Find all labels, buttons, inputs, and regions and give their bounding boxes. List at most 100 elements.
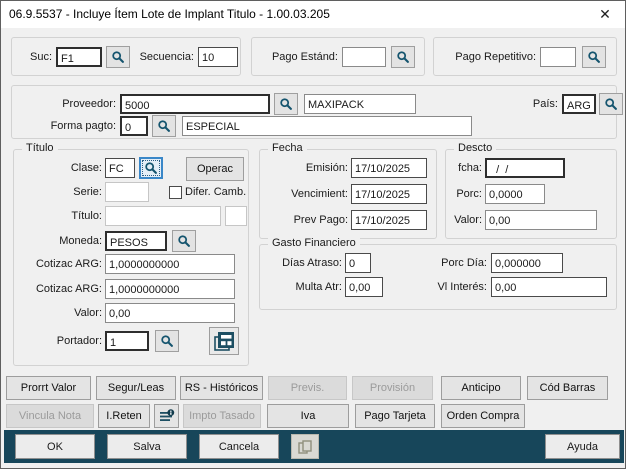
portador-input[interactable]: 1 — [105, 331, 149, 351]
search-icon — [280, 98, 292, 110]
provision-button: Provisión — [352, 376, 433, 400]
forma-pagto-input[interactable]: 0 — [120, 116, 148, 136]
group-pago-estand: Pago Estánd: — [251, 37, 425, 76]
forma-pagto-label: Forma pagto: — [50, 120, 116, 132]
titulo-valor-label: Valor: — [74, 307, 102, 319]
pais-input[interactable]: ARG — [562, 94, 596, 114]
descto-valor-label: Valor: — [454, 214, 482, 226]
porc-dia-input[interactable]: 0,000000 — [491, 253, 563, 273]
prev-pago-label: Prev Pago: — [293, 214, 348, 226]
prev-pago-input[interactable]: 17/10/2025 — [351, 210, 427, 230]
difer-camb-label: Difer. Camb. — [185, 186, 247, 198]
descto-valor-input[interactable]: 0,00 — [485, 210, 597, 230]
titulo-field-label: Título: — [71, 210, 102, 222]
title-bar: 06.9.5537 - Incluye Ítem Lote de Implant… — [1, 1, 625, 28]
pais-search-button[interactable] — [599, 93, 623, 115]
impto-tasado-button: Impto Tasado — [183, 404, 261, 428]
ayuda-button[interactable]: Ayuda — [545, 434, 620, 459]
pago-estand-label: Pago Estánd: — [271, 51, 338, 63]
orden-compra-button[interactable]: Orden Compra — [441, 404, 525, 428]
anticipo-button[interactable]: Anticipo — [441, 376, 521, 400]
group-titulo: Título Clase: FC Operac Serie: Difer. Ca… — [13, 142, 249, 366]
difer-camb-checkbox[interactable] — [169, 185, 182, 199]
moneda-input[interactable]: PESOS — [105, 231, 167, 251]
cancela-button[interactable]: Cancela — [199, 434, 279, 459]
search-icon — [588, 51, 600, 63]
descto-fcha-label: fcha: — [458, 162, 482, 174]
prorrt-valor-button[interactable]: Prorrt Valor — [6, 376, 91, 400]
multa-atr-input[interactable]: 0,00 — [345, 277, 383, 297]
salva-button[interactable]: Salva — [107, 434, 187, 459]
pago-estand-search-button[interactable] — [391, 46, 415, 68]
save-window-button[interactable] — [209, 327, 239, 355]
reten-list-button[interactable] — [154, 404, 179, 428]
close-icon[interactable]: ✕ — [593, 4, 617, 25]
group-descto: Descto fcha: / / Porc: 0,0000 Valor: 0,0… — [445, 142, 617, 239]
forma-pagto-desc-field: ESPECIAL — [182, 116, 472, 136]
pago-repetitivo-search-button[interactable] — [582, 46, 606, 68]
suc-input[interactable]: F1 — [56, 47, 102, 67]
descto-fcha-input[interactable]: / / — [485, 158, 565, 178]
vencimient-label: Vencimient: — [291, 188, 348, 200]
fecha-legend: Fecha — [268, 142, 307, 154]
search-icon — [178, 235, 190, 247]
vincula-nota-button: Vincula Nota — [6, 404, 94, 428]
footer-bar: OK Salva Cancela Ayuda — [4, 430, 624, 463]
serie-label: Serie: — [73, 186, 102, 198]
search-icon — [605, 98, 617, 110]
i-reten-button[interactable]: I.Reten — [98, 404, 150, 428]
pago-estand-input[interactable] — [342, 47, 386, 67]
operac-button[interactable]: Operac — [186, 157, 244, 181]
search-icon — [397, 51, 409, 63]
group-gasto-financiero: Gasto Financiero Días Atraso: 0 Porc Día… — [259, 237, 617, 310]
cotizac2-input[interactable]: 1,0000000000 — [105, 279, 235, 299]
portador-search-button[interactable] — [155, 330, 179, 352]
search-icon — [158, 120, 170, 132]
rs-historicos-button[interactable]: RS - Históricos — [180, 376, 263, 400]
pago-repetitivo-label: Pago Repetitivo: — [455, 51, 536, 63]
titulo-legend: Título — [22, 142, 58, 154]
dias-atraso-input[interactable]: 0 — [345, 253, 371, 273]
moneda-label: Moneda: — [59, 235, 102, 247]
segur-leas-button[interactable]: Segur/Leas — [96, 376, 176, 400]
descto-porc-label: Porc: — [456, 188, 482, 200]
dialog-window: 06.9.5537 - Incluye Ítem Lote de Implant… — [0, 0, 626, 469]
emision-input[interactable]: 17/10/2025 — [351, 158, 427, 178]
dias-atraso-label: Días Atraso: — [282, 257, 342, 269]
copy-button — [291, 434, 319, 459]
vl-interes-input[interactable]: 0,00 — [491, 277, 607, 297]
reten-info-icon — [159, 409, 174, 421]
search-icon — [161, 335, 173, 347]
clase-search-button[interactable] — [139, 157, 163, 179]
porc-dia-label: Porc Día: — [441, 257, 487, 269]
secuencia-label: Secuencia: — [139, 51, 194, 63]
proveedor-name-field: MAXIPACK — [304, 94, 416, 114]
proveedor-code-input[interactable]: 5000 — [120, 94, 270, 114]
previs-button: Previs. — [268, 376, 347, 400]
pago-tarjeta-button[interactable]: Pago Tarjeta — [355, 404, 435, 428]
titulo-extra-input — [225, 206, 247, 226]
iva-button[interactable]: Iva — [267, 404, 349, 428]
moneda-search-button[interactable] — [172, 230, 196, 252]
copy-icon — [298, 439, 312, 454]
gasto-legend: Gasto Financiero — [268, 237, 360, 249]
pago-repetitivo-input[interactable] — [540, 47, 576, 67]
descto-porc-input[interactable]: 0,0000 — [485, 184, 545, 204]
cotizac1-input[interactable]: 1,0000000000 — [105, 254, 235, 274]
portador-label: Portador: — [56, 335, 102, 347]
forma-pagto-search-button[interactable] — [152, 115, 176, 137]
proveedor-search-button[interactable] — [274, 93, 298, 115]
suc-label: Suc: — [29, 51, 52, 63]
vencimient-input[interactable]: 17/10/2025 — [351, 184, 427, 204]
cod-barras-button[interactable]: Cód Barras — [527, 376, 608, 400]
titulo-valor-input[interactable]: 0,00 — [105, 303, 235, 323]
pais-label: País: — [532, 98, 558, 110]
save-stack-icon — [214, 332, 234, 351]
ok-button[interactable]: OK — [15, 434, 95, 459]
group-proveedor: Proveedor: 5000 MAXIPACK País: ARG Forma… — [11, 85, 623, 139]
secuencia-input[interactable]: 10 — [198, 47, 238, 67]
clase-input[interactable]: FC — [105, 158, 135, 178]
group-suc-secuencia: Suc: F1 Secuencia: 10 — [11, 37, 241, 76]
proveedor-label: Proveedor: — [62, 98, 116, 110]
suc-search-button[interactable] — [106, 46, 130, 68]
